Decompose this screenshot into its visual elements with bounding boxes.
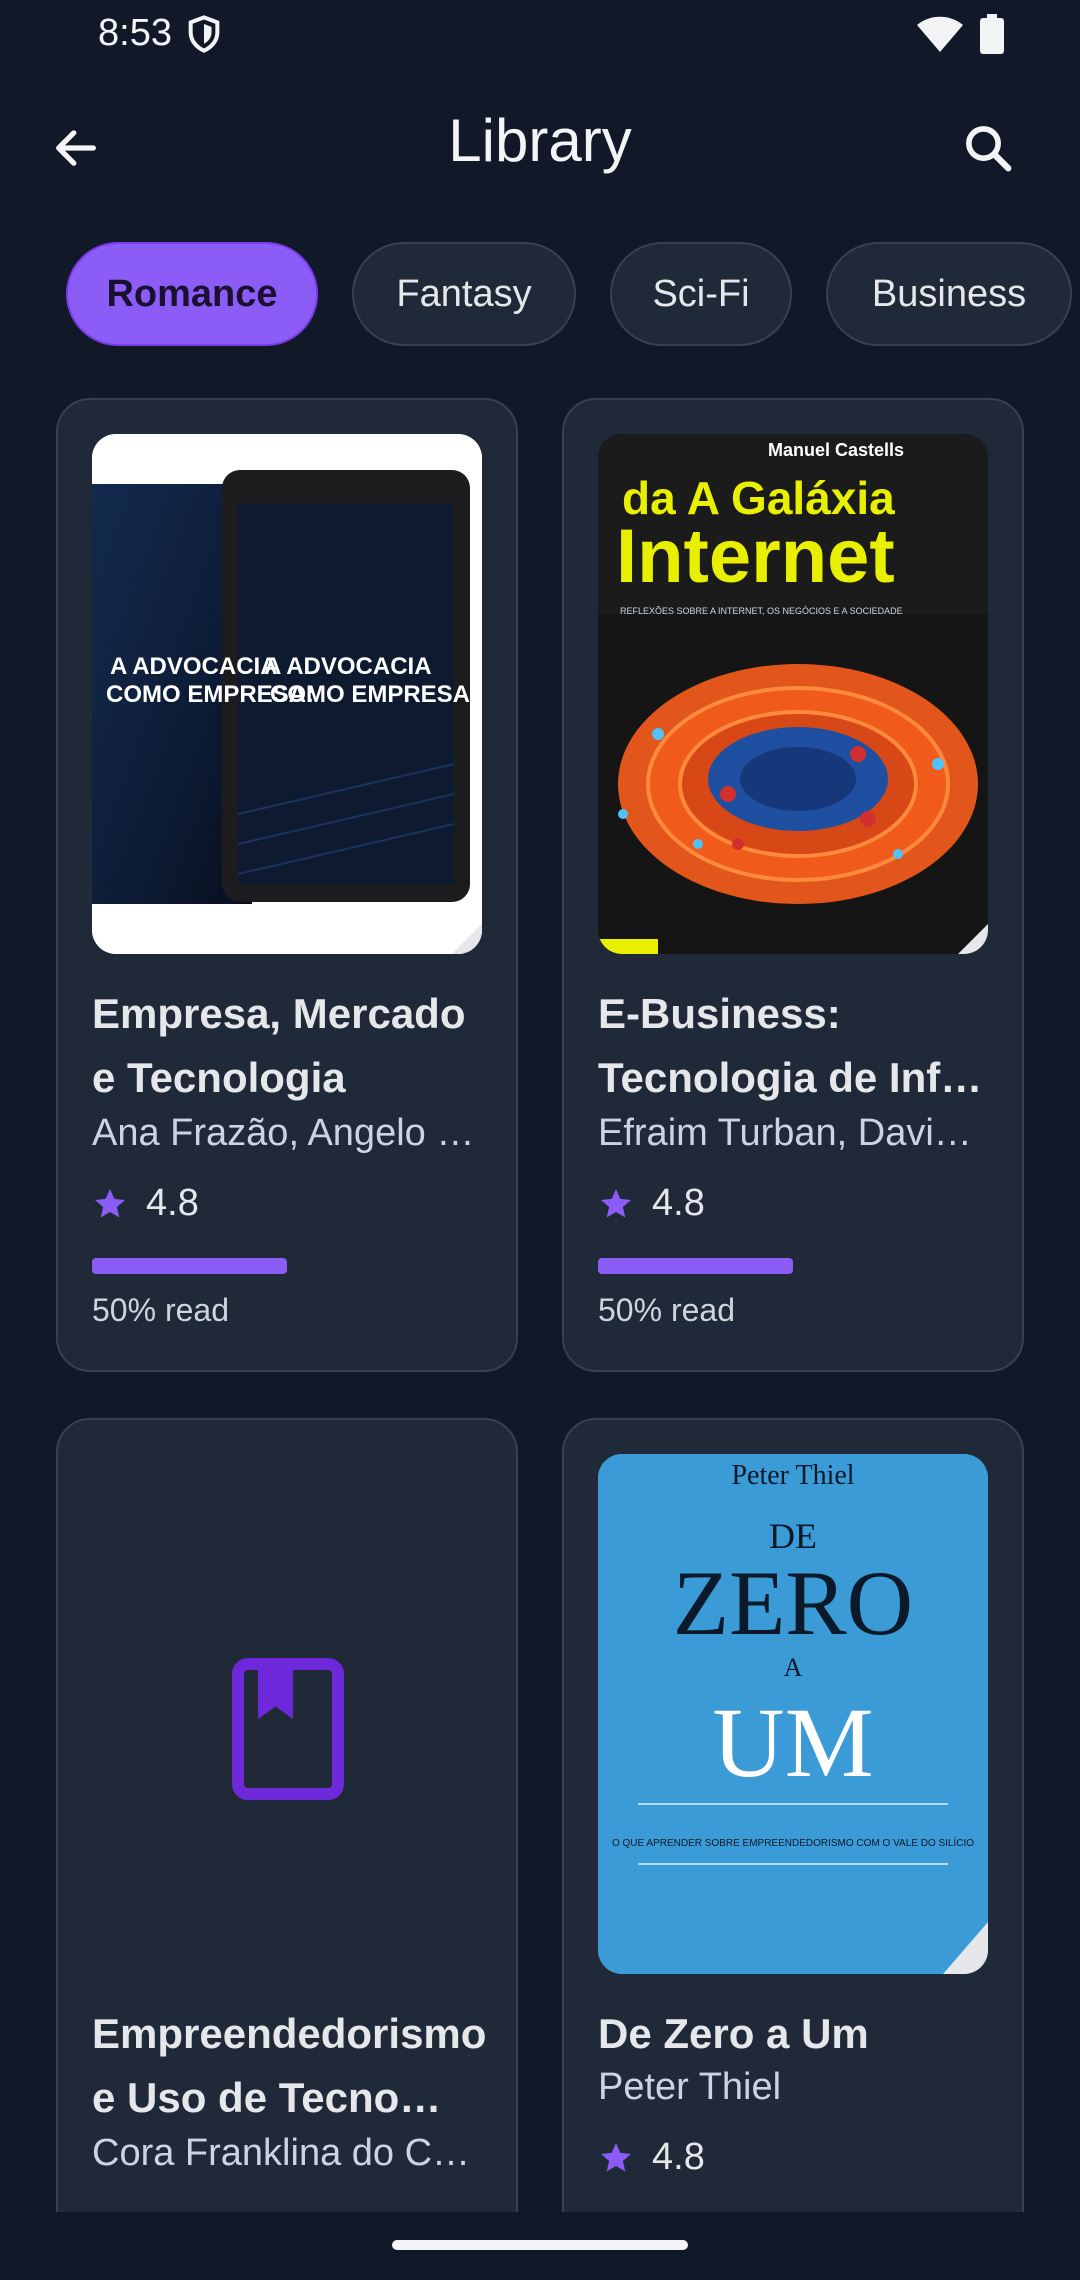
read-progress-label: 50% read [92, 1292, 229, 1328]
book-rating: 4.8 [598, 2136, 705, 2179]
svg-text:A: A [784, 1653, 803, 1682]
svg-text:COMO EMPRESA:: COMO EMPRESA: [270, 681, 478, 708]
library-screen: 8:53 Library Romance Fantasy Sci-Fi Busi… [0, 0, 1080, 2280]
svg-text:O QUE APRENDER SOBRE EMPREENDE: O QUE APRENDER SOBRE EMPREENDEDORISMO CO… [612, 1836, 974, 1849]
book-title: E-Business: Tecnologia de Inf… [598, 990, 983, 1101]
rating-value: 4.8 [652, 2136, 705, 2178]
svg-text:A ADVOCACIA: A ADVOCACIA [264, 653, 432, 680]
progress-fill [598, 1258, 793, 1274]
star-icon [601, 1188, 631, 1217]
book-cover: Manuel Castells da A Galáxia Internet RE… [598, 434, 988, 954]
book-cover: A ADVOCACIA COMO EMPRESA: A ADVOCACIA CO… [92, 434, 482, 954]
read-progress-label: 50% read [598, 1292, 735, 1328]
svg-text:Peter Thiel: Peter Thiel [731, 1460, 854, 1491]
svg-text:Manuel Castells: Manuel Castells [768, 440, 904, 460]
svg-text:UM: UM [712, 1687, 873, 1798]
book-authors: Ana Frazão, Angelo … [92, 1112, 475, 1154]
app-bar: Library [0, 66, 1080, 216]
book-bookmark-icon [232, 1658, 344, 1800]
chip-sci-fi[interactable]: Sci-Fi [610, 242, 792, 346]
chip-fantasy[interactable]: Fantasy [352, 242, 576, 346]
cover-image: Manuel Castells da A Galáxia Internet RE… [598, 434, 988, 954]
book-authors: Efraim Turban, Davi… [598, 1112, 972, 1154]
star-icon [601, 2142, 631, 2171]
wifi-icon [917, 16, 963, 52]
book-card[interactable]: Manuel Castells da A Galáxia Internet RE… [562, 398, 1024, 1372]
book-rating: 4.8 [598, 1182, 705, 1225]
reading-progress-bar [92, 1258, 482, 1274]
status-time: 8:53 [98, 12, 172, 54]
genre-chips: Romance Fantasy Sci-Fi Business [0, 242, 1080, 352]
book-cover-placeholder [92, 1454, 482, 1974]
book-title: Empresa, Mercado e Tecnologia [92, 990, 466, 1101]
shield-icon [188, 15, 220, 53]
rating-value: 4.8 [146, 1182, 199, 1224]
chip-business[interactable]: Business [826, 242, 1072, 346]
page-title: Library [448, 107, 632, 174]
cover-image: Peter Thiel DE ZERO A UM O QUE APRENDER … [598, 1454, 988, 1974]
book-authors: Peter Thiel [598, 2066, 782, 2108]
svg-text:REFLEXÕES SOBRE A INTERNET, OS: REFLEXÕES SOBRE A INTERNET, OS NEGÓCIOS … [620, 606, 903, 616]
svg-text:ZERO: ZERO [673, 1552, 913, 1654]
home-indicator[interactable] [392, 2240, 688, 2250]
search-button[interactable] [952, 112, 1024, 184]
battery-icon [980, 14, 1004, 54]
star-icon [95, 1188, 125, 1217]
rating-value: 4.8 [652, 1182, 705, 1224]
book-rating: 4.8 [92, 1182, 199, 1225]
book-card[interactable]: Peter Thiel DE ZERO A UM O QUE APRENDER … [562, 1418, 1024, 2280]
chip-romance[interactable]: Romance [66, 242, 318, 346]
progress-fill [92, 1258, 287, 1274]
cover-image: A ADVOCACIA COMO EMPRESA: A ADVOCACIA CO… [92, 434, 482, 954]
book-title: Empreendedorismo e Uso de Tecno… [92, 2010, 487, 2121]
status-bar: 8:53 [0, 0, 1080, 66]
book-authors: Cora Franklina do C… [92, 2132, 471, 2174]
book-cover: Peter Thiel DE ZERO A UM O QUE APRENDER … [598, 1454, 988, 1974]
book-card[interactable]: A ADVOCACIA COMO EMPRESA: A ADVOCACIA CO… [56, 398, 518, 1372]
book-title: De Zero a Um [598, 2010, 869, 2057]
reading-progress-bar [598, 1258, 988, 1274]
svg-text:Internet: Internet [616, 514, 895, 599]
svg-text:DE: DE [769, 1516, 817, 1556]
search-icon [966, 126, 1012, 172]
svg-text:A ADVOCACIA: A ADVOCACIA [110, 653, 278, 680]
book-card[interactable]: Empreendedorismo e Uso de Tecno… Cora Fr… [56, 1418, 518, 2280]
